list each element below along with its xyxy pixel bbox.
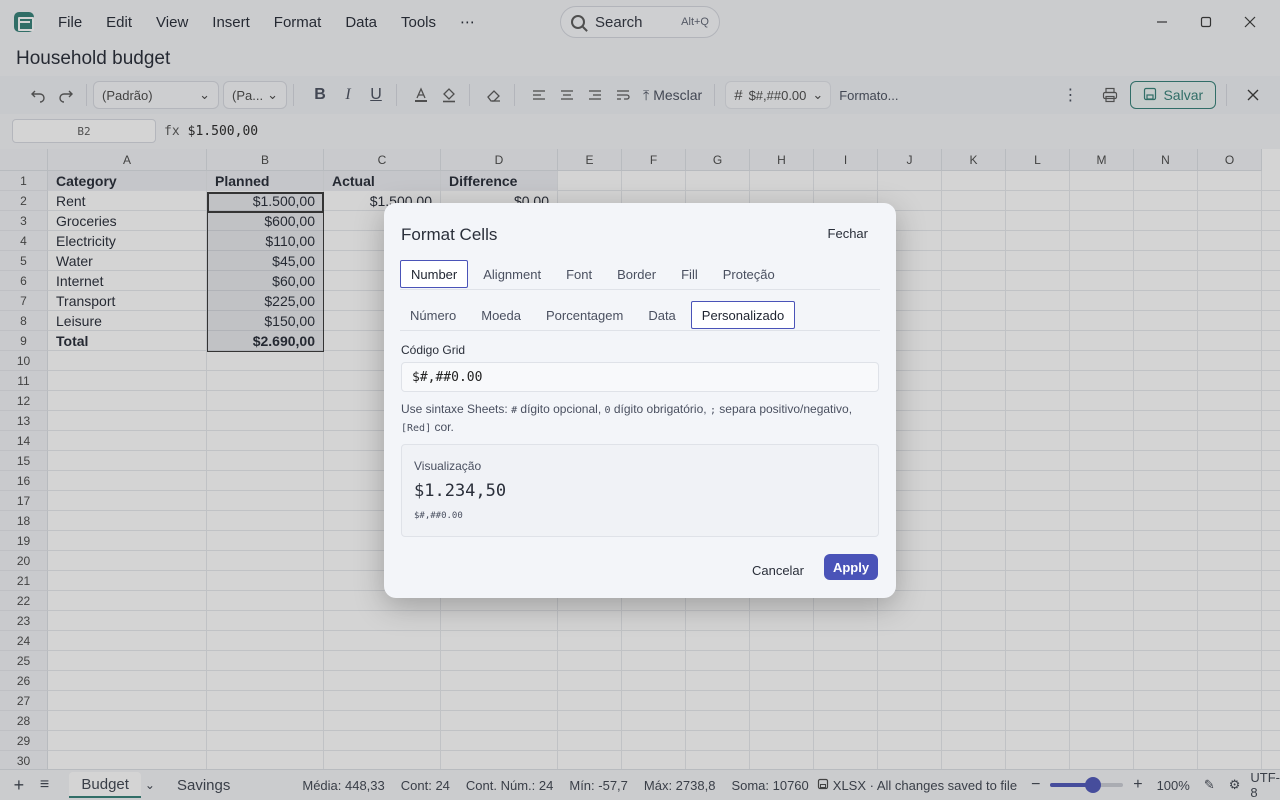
subtab-porcentagem[interactable]: Porcentagem [536, 301, 633, 329]
subtab-moeda[interactable]: Moeda [471, 301, 531, 329]
preview-code: $#,##0.00 [414, 511, 463, 521]
dialog-title: Format Cells [401, 225, 498, 244]
preview-value: $1.234,50 [414, 481, 507, 501]
apply-button[interactable]: Apply [824, 554, 878, 580]
tab-font[interactable]: Font [556, 260, 602, 288]
subtab-numero[interactable]: Número [400, 301, 466, 329]
tab-protection[interactable]: Proteção [713, 260, 785, 288]
format-cells-dialog: Format Cells Fechar Number Alignment Fon… [384, 203, 896, 598]
tab-fill[interactable]: Fill [671, 260, 708, 288]
preview-label: Visualização [414, 459, 482, 473]
format-code-input[interactable]: $#,##0.00 [401, 362, 879, 392]
cancel-button[interactable]: Cancelar [752, 558, 804, 582]
syntax-hint: Use sintaxe Sheets: # dígito opcional, 0… [401, 401, 881, 437]
hint-text: dígito obrigatório, [610, 402, 710, 416]
close-button[interactable]: Fechar [828, 226, 868, 241]
format-code-label: Código Grid [401, 343, 466, 357]
hint-text: Use sintaxe Sheets: [401, 402, 512, 416]
dialog-tabs: Number Alignment Font Border Fill Proteç… [400, 260, 880, 290]
tab-border[interactable]: Border [607, 260, 666, 288]
subtab-personalizado[interactable]: Personalizado [690, 301, 796, 329]
tab-number[interactable]: Number [400, 260, 469, 288]
tab-alignment[interactable]: Alignment [473, 260, 551, 288]
hint-text: separa positivo/negativo, [715, 402, 853, 416]
hint-text: dígito opcional, [517, 402, 605, 416]
number-category-tabs: Número Moeda Porcentagem Data Personaliz… [400, 301, 880, 331]
hint-text: cor. [431, 420, 454, 434]
preview-panel: Visualização $1.234,50 $#,##0.00 [401, 444, 879, 537]
subtab-data[interactable]: Data [638, 301, 685, 329]
hint-code: [Red] [401, 423, 432, 434]
